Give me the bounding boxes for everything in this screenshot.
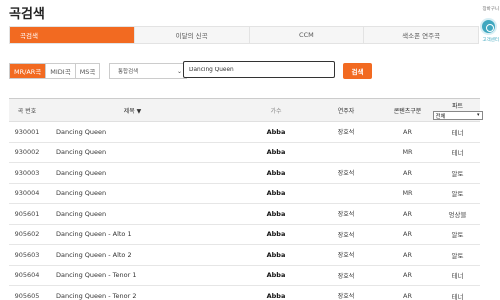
cell-part: 알토 (451, 231, 464, 240)
tab-ccm[interactable]: CCM (250, 27, 365, 43)
table-row[interactable]: 905604 Dancing Queen - Tenor 1 Abba 장효석 … (9, 266, 480, 286)
page: 곡검색 장바구니 고객센터 곡검색 이달의 신곡 CCM 색소폰 연주곡 MR/… (0, 0, 500, 300)
cell-part: 테너 (451, 128, 464, 137)
cell-num: 905605 (14, 291, 40, 300)
cell-num: 905601 (14, 209, 40, 218)
cell-type: AR (403, 209, 412, 218)
cell-type: MR (402, 148, 413, 157)
category-tabs: 곡검색 이달의 신곡 CCM 색소폰 연주곡 (9, 26, 479, 44)
cell-title[interactable]: Dancing Queen (45, 148, 240, 156)
search-scope-value: 통합검색 (118, 69, 139, 75)
cell-part: 테너 (451, 272, 464, 281)
header-type: 콘텐츠구분 (393, 107, 422, 115)
cell-num: 930002 (14, 148, 40, 157)
header-num: 곡 번호 (17, 107, 37, 115)
cell-part: 알토 (451, 251, 464, 260)
header-part-label: 파트 (451, 102, 464, 110)
cell-part: 알토 (451, 190, 464, 199)
cell-type: MR (402, 189, 413, 198)
table-row[interactable]: 905602 Dancing Queen - Alto 1 Abba 장효석 A… (9, 225, 480, 245)
cart-link[interactable]: 장바구니 (482, 6, 499, 12)
right-rail: 장바구니 고객센터 (478, 0, 500, 60)
cell-part: 테너 (451, 149, 464, 158)
cell-part: 알토 (451, 169, 464, 178)
cell-type: AR (403, 250, 412, 259)
header-singer: 가수 (270, 107, 282, 115)
table-header: 곡 번호 제목 ▼ 가수 연주자 콘텐츠구분 파트 전체 ▾ (9, 99, 483, 122)
tab-new-songs[interactable]: 이달의 신곡 (135, 27, 250, 43)
cell-player: 장효석 (337, 129, 355, 137)
cell-title[interactable]: Dancing Queen (45, 169, 240, 177)
chevron-down-icon: ▾ (476, 111, 480, 118)
cell-type: AR (403, 127, 412, 136)
page-title: 곡검색 (9, 7, 45, 22)
type-mr-ar-button[interactable]: MR/AR곡 (10, 64, 47, 78)
chevron-down-icon: ⌄ (176, 68, 182, 75)
cell-type: AR (403, 230, 412, 239)
header-title-sort[interactable]: 제목 ▼ (45, 106, 240, 115)
cell-title[interactable]: Dancing Queen - Alto 1 (45, 230, 240, 238)
tab-saxophone[interactable]: 색소폰 연주곡 (364, 27, 478, 43)
cell-player: 장효석 (337, 211, 355, 219)
cell-singer: Abba (266, 209, 286, 218)
song-type-toggle: MR/AR곡 MIDI곡 MS곡 (9, 63, 101, 79)
cell-singer: Abba (266, 271, 286, 280)
cell-part: 테너 (451, 292, 464, 300)
cell-singer: Abba (266, 189, 286, 198)
cell-num: 905603 (14, 250, 40, 259)
cell-title[interactable]: Dancing Queen - Tenor 1 (45, 271, 240, 279)
cell-num: 930001 (14, 127, 40, 136)
cell-num: 930003 (14, 168, 40, 177)
search-input[interactable] (183, 61, 335, 78)
cell-singer: Abba (266, 230, 286, 239)
results-table: 곡 번호 제목 ▼ 가수 연주자 콘텐츠구분 파트 전체 ▾ 930001 Da… (9, 98, 483, 300)
customer-support-label[interactable]: 고객센터 (482, 37, 499, 43)
cell-title[interactable]: Dancing Queen - Tenor 2 (45, 292, 240, 300)
cell-singer: Abba (266, 148, 286, 157)
cell-player: 장효석 (337, 272, 355, 280)
cell-singer: Abba (266, 291, 286, 300)
table-row[interactable]: 930002 Dancing Queen Abba MR 테너 (9, 143, 480, 163)
search-bar: MR/AR곡 MIDI곡 MS곡 통합검색 ⌄ 검색 (9, 61, 479, 79)
cell-title[interactable]: Dancing Queen (45, 189, 240, 197)
table-row[interactable]: 905603 Dancing Queen - Alto 2 Abba 장효석 A… (9, 245, 480, 266)
cell-type: AR (403, 271, 412, 280)
table-row[interactable]: 905601 Dancing Queen Abba 장효석 AR 엉상블 (9, 204, 480, 225)
cell-title[interactable]: Dancing Queen (45, 210, 240, 218)
cell-num: 905604 (14, 271, 40, 280)
cell-player: 장효석 (337, 293, 355, 300)
cell-singer: Abba (266, 168, 286, 177)
cell-title[interactable]: Dancing Queen - Alto 2 (45, 251, 240, 259)
cell-num: 930004 (14, 189, 40, 198)
cell-player: 장효석 (337, 252, 355, 260)
cell-type: AR (403, 291, 412, 300)
part-filter-value: 전체 (435, 113, 446, 120)
cell-player: 장효석 (337, 231, 355, 239)
cell-title[interactable]: Dancing Queen (45, 128, 240, 136)
table-row[interactable]: 905605 Dancing Queen - Tenor 2 Abba 장효석 … (9, 286, 480, 300)
tab-song-search[interactable]: 곡검색 (10, 27, 135, 43)
search-button[interactable]: 검색 (343, 63, 372, 79)
part-filter-select[interactable]: 전체 ▾ (432, 110, 483, 120)
cell-part: 엉상블 (448, 210, 467, 219)
cell-singer: Abba (266, 250, 286, 259)
search-scope-select[interactable]: 통합검색 ⌄ (109, 63, 187, 79)
customer-support-icon[interactable] (480, 18, 497, 35)
cell-type: AR (403, 168, 412, 177)
header-part: 파트 전체 ▾ (432, 101, 483, 120)
table-row[interactable]: 930004 Dancing Queen Abba MR 알토 (9, 184, 480, 204)
table-row[interactable]: 930001 Dancing Queen Abba 장효석 AR 테너 (9, 122, 480, 143)
type-ms-button[interactable]: MS곡 (75, 64, 100, 78)
cell-num: 905602 (14, 230, 40, 239)
type-midi-button[interactable]: MIDI곡 (46, 64, 76, 78)
table-row[interactable]: 930003 Dancing Queen Abba 장효석 AR 알토 (9, 163, 480, 184)
cell-player: 장효석 (337, 170, 355, 178)
cell-singer: Abba (266, 127, 286, 136)
header-player: 연주자 (337, 107, 355, 115)
